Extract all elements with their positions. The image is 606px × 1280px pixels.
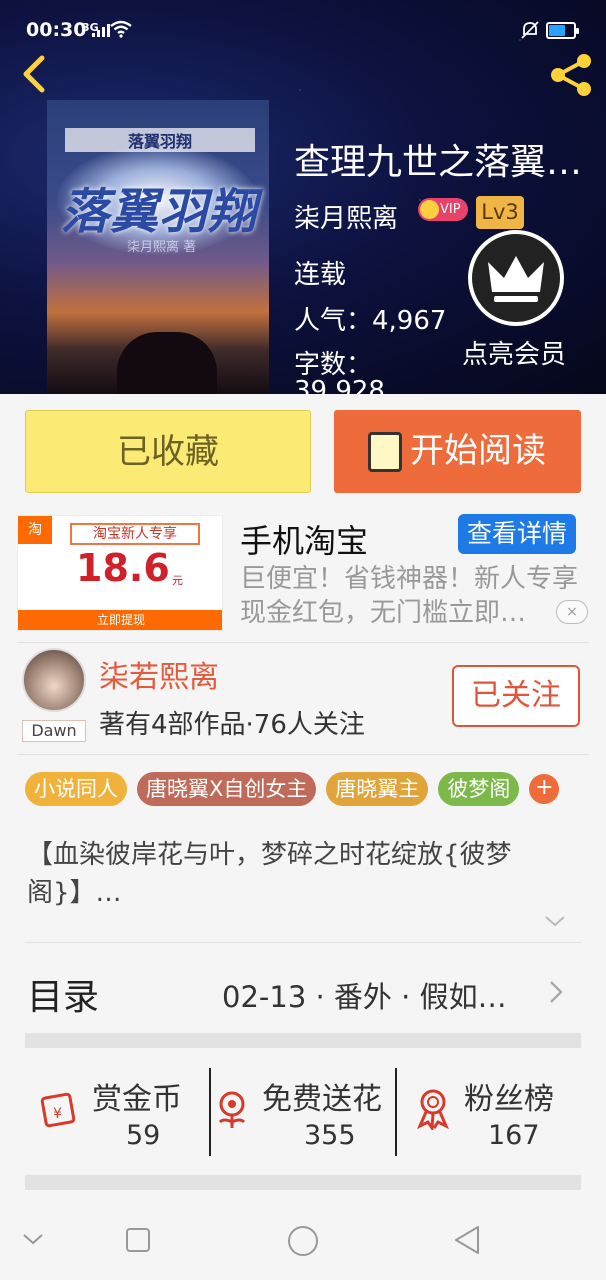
free-flowers-label: 免费送花: [262, 1082, 382, 1117]
reward-coins-stat[interactable]: ¥ 赏金币 59: [40, 1066, 200, 1156]
stat-divider: [209, 1068, 211, 1156]
ad-close-button[interactable]: ×: [556, 600, 588, 624]
wifi-icon: [110, 20, 132, 38]
author-meta: 著有4部作品·76人关注: [99, 710, 365, 740]
book-word-count-value: 39,928: [294, 376, 385, 394]
ad-image-unit: 元: [172, 574, 183, 587]
nav-back-icon[interactable]: [452, 1224, 482, 1256]
status-time: 00:30: [26, 19, 87, 41]
section-separator: [25, 1175, 581, 1190]
book-author[interactable]: 柒月熙离: [294, 198, 398, 235]
signal-icon: [92, 24, 110, 37]
tag-chip[interactable]: 唐晓翼X自创女主: [137, 772, 317, 806]
divider: [25, 942, 581, 943]
book-summary[interactable]: 【血染彼岸花与叶，梦碎之时花绽放{彼梦阁}】…: [27, 836, 572, 912]
catalog-label[interactable]: 目录: [27, 968, 99, 1020]
avatar-tag: Dawn: [22, 720, 86, 742]
ad-image-amount: 18.6: [76, 546, 170, 590]
coin-envelope-icon: ¥: [40, 1092, 76, 1128]
reward-coins-value: 59: [126, 1120, 161, 1151]
book-popularity: 人气：4,967: [294, 306, 447, 336]
cover-big-title: 落翼羽翔: [60, 184, 257, 240]
fan-ranking-label: 粉丝榜: [464, 1082, 554, 1117]
nav-recents-icon[interactable]: [124, 1226, 152, 1254]
book-detail-body: 已收藏 开始阅读 淘 淘宝新人专享 18.6 元 立即提现 手机淘宝 查看详情 …: [0, 394, 606, 1200]
divider: [17, 642, 589, 643]
medal-icon: [417, 1089, 449, 1130]
reward-coins-label: 赏金币: [92, 1082, 182, 1117]
vip-crown-icon: [420, 200, 439, 219]
cover-small-title: 落翼羽翔: [65, 128, 255, 152]
follow-button[interactable]: 已关注: [452, 665, 580, 727]
book-cover[interactable]: 落翼羽翔 落翼羽翔 柒月熙离 著: [47, 100, 269, 394]
cover-figures: [117, 332, 217, 394]
stat-divider: [395, 1068, 397, 1156]
level-badge: Lv3: [476, 196, 524, 229]
flower-icon: [218, 1091, 246, 1128]
expand-chevron-icon[interactable]: [544, 914, 566, 928]
fan-ranking-value: 167: [488, 1120, 540, 1151]
author-name[interactable]: 柒若熙离: [99, 652, 219, 696]
more-tags-button[interactable]: +: [529, 774, 560, 804]
book-title: 查理九世之落翼…: [294, 142, 583, 183]
book-status: 连载: [294, 260, 347, 290]
nav-collapse-icon[interactable]: [22, 1232, 44, 1246]
status-bar: 00:30 3G: [0, 0, 606, 60]
start-reading-button[interactable]: 开始阅读: [334, 410, 581, 493]
cover-author-line: 柒月熙离 著: [127, 240, 197, 255]
ad-description[interactable]: 巨便宜！省钱神器！新人专享现金红包，无门槛立即…: [240, 562, 588, 630]
free-flowers-stat[interactable]: 免费送花 355: [214, 1066, 394, 1156]
tag-chip[interactable]: 小说同人: [25, 772, 127, 806]
system-nav-bar: [0, 1200, 606, 1280]
taobao-logo: 淘: [18, 516, 52, 544]
catalog-latest-chapter[interactable]: 02-13 · 番外 · 假如…: [222, 974, 524, 1016]
share-icon[interactable]: [548, 52, 596, 98]
free-flowers-value: 355: [304, 1120, 356, 1151]
member-label[interactable]: 点亮会员: [462, 334, 566, 371]
tag-list: 小说同人 唐晓翼X自创女主 唐晓翼主 彼梦阁 +: [25, 772, 560, 806]
back-arrow-icon[interactable]: [14, 52, 54, 96]
ad-image[interactable]: 淘 淘宝新人专享 18.6 元 立即提现: [17, 515, 223, 631]
ad-image-footer: 立即提现: [18, 610, 222, 630]
ad-image-headline: 淘宝新人专享: [70, 523, 200, 545]
vip-badge: VIP: [418, 198, 468, 221]
author-avatar[interactable]: [22, 648, 86, 712]
favorite-button[interactable]: 已收藏: [25, 410, 311, 493]
svg-text:¥: ¥: [53, 1106, 62, 1122]
battery-icon: [546, 22, 579, 39]
member-crown-icon[interactable]: [468, 230, 564, 326]
ad-app-name[interactable]: 手机淘宝: [240, 516, 368, 562]
tag-chip[interactable]: 唐晓翼主: [326, 772, 429, 806]
chevron-right-icon[interactable]: [548, 980, 564, 1004]
ad-details-button[interactable]: 查看详情: [458, 514, 576, 554]
divider: [17, 754, 589, 755]
vip-badge-label: VIP: [440, 202, 461, 217]
tag-chip[interactable]: 彼梦阁: [438, 772, 520, 806]
book-header: 00:30 3G 落翼羽翔 落翼羽翔 柒月熙离 著 查理九世之落翼… 柒月熙离 …: [0, 0, 606, 394]
mute-bell-icon: [521, 21, 539, 39]
fan-ranking-stat[interactable]: 粉丝榜 167: [414, 1066, 584, 1156]
book-icon: [368, 432, 402, 472]
section-separator: [25, 1033, 581, 1048]
start-reading-label: 开始阅读: [410, 431, 546, 471]
nav-home-icon[interactable]: [286, 1224, 320, 1258]
